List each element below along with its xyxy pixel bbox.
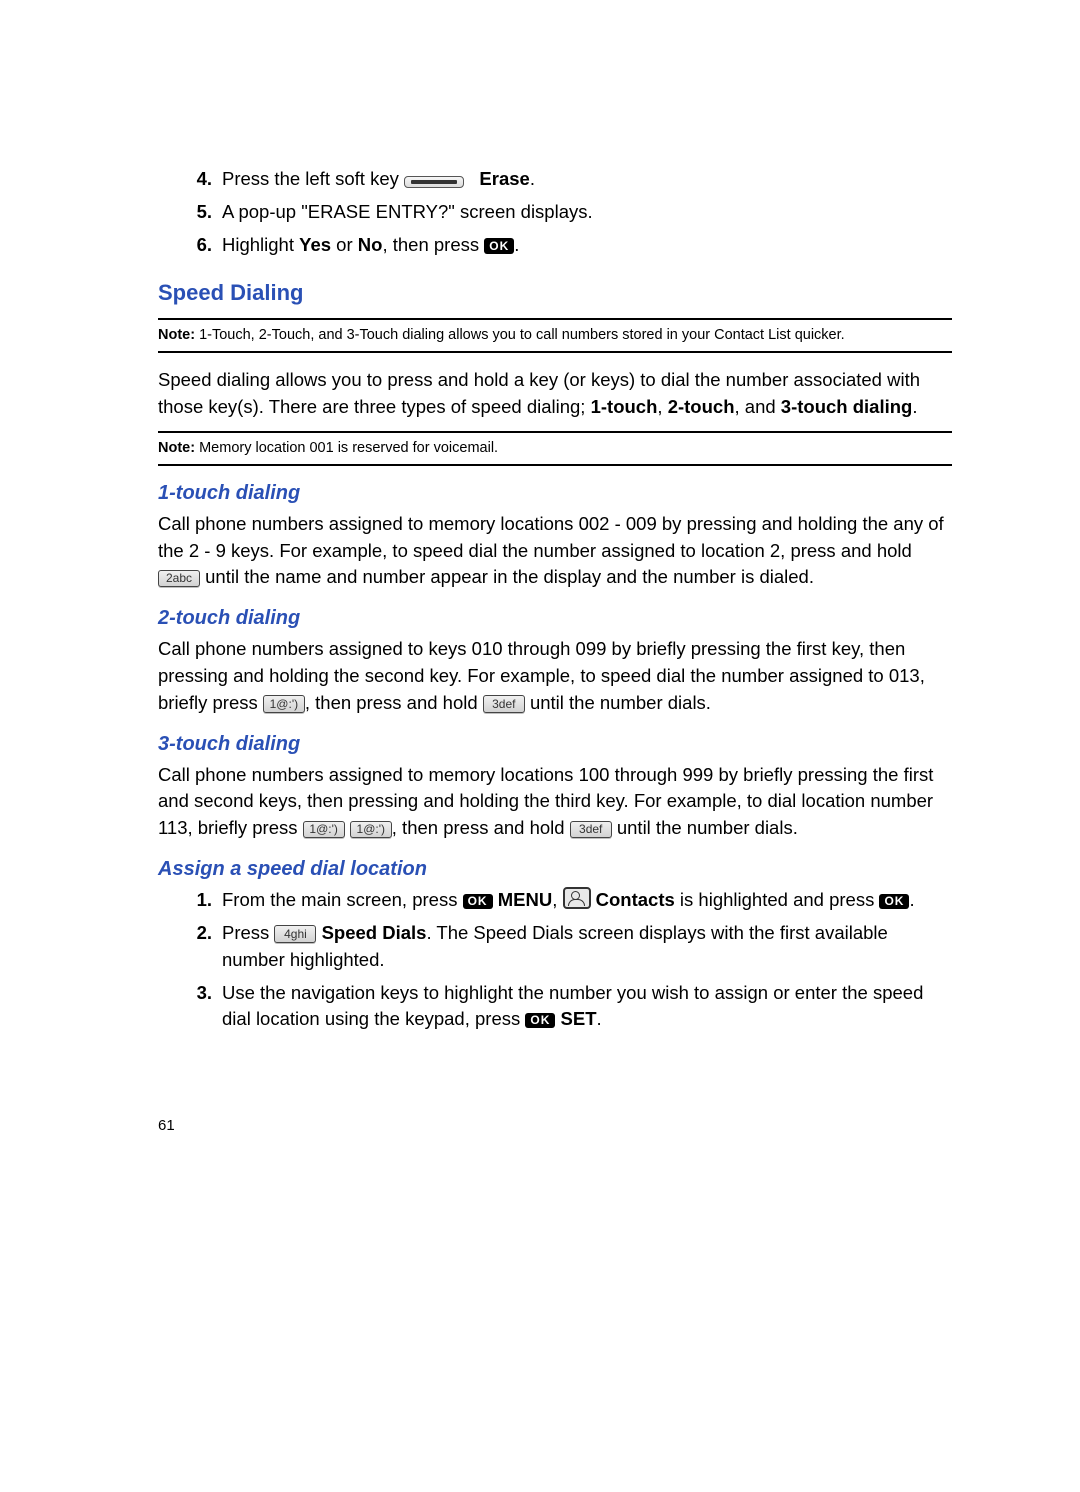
step-number: 4.	[188, 166, 212, 193]
ok-key-icon: OK	[525, 1013, 555, 1029]
step-number: 2.	[188, 920, 212, 974]
key-3def-icon: 3def	[483, 695, 525, 713]
list-item: 6. Highlight Yes or No, then press OK.	[188, 232, 952, 259]
ok-key-icon: OK	[484, 238, 514, 254]
key-1-icon: 1@:')	[263, 695, 305, 713]
key-1-icon: 1@:')	[350, 821, 392, 839]
key-3def-icon: 3def	[570, 821, 612, 839]
erase-steps-list: 4. Press the left soft key Erase. 5. A p…	[188, 166, 952, 258]
step-text: Press 4ghi Speed Dials. The Speed Dials …	[222, 920, 952, 974]
paragraph: Call phone numbers assigned to memory lo…	[158, 511, 952, 591]
step-text: From the main screen, press OK MENU, Con…	[222, 887, 952, 914]
step-number: 1.	[188, 887, 212, 914]
heading-3touch: 3-touch dialing	[158, 733, 952, 756]
list-item: 5. A pop-up "ERASE ENTRY?" screen displa…	[188, 199, 952, 226]
key-4ghi-icon: 4ghi	[274, 925, 316, 943]
list-item: 3. Use the navigation keys to highlight …	[188, 980, 952, 1034]
note-box: Note: Memory location 001 is reserved fo…	[158, 431, 952, 466]
step-number: 3.	[188, 980, 212, 1034]
key-2abc-icon: 2abc	[158, 570, 200, 588]
list-item: 2. Press 4ghi Speed Dials. The Speed Dia…	[188, 920, 952, 974]
ok-key-icon: OK	[879, 894, 909, 910]
list-item: 1. From the main screen, press OK MENU, …	[188, 887, 952, 914]
step-text: A pop-up "ERASE ENTRY?" screen displays.	[222, 199, 952, 226]
note-label: Note:	[158, 440, 195, 456]
step-text: Press the left soft key Erase.	[222, 166, 952, 193]
paragraph: Call phone numbers assigned to memory lo…	[158, 762, 952, 842]
note-label: Note:	[158, 327, 195, 343]
ok-key-icon: OK	[463, 894, 493, 910]
step-text: Highlight Yes or No, then press OK.	[222, 232, 952, 259]
step-number: 5.	[188, 199, 212, 226]
manual-page: 4. Press the left soft key Erase. 5. A p…	[0, 0, 1080, 1492]
heading-assign: Assign a speed dial location	[158, 858, 952, 881]
heading-2touch: 2-touch dialing	[158, 607, 952, 630]
contacts-icon	[563, 887, 591, 909]
step-number: 6.	[188, 232, 212, 259]
paragraph: Speed dialing allows you to press and ho…	[158, 367, 952, 421]
key-1-icon: 1@:')	[303, 821, 345, 839]
note-box: Note: 1-Touch, 2-Touch, and 3-Touch dial…	[158, 318, 952, 353]
heading-1touch: 1-touch dialing	[158, 482, 952, 505]
page-number: 61	[158, 1117, 175, 1134]
list-item: 4. Press the left soft key Erase.	[188, 166, 952, 193]
assign-steps-list: 1. From the main screen, press OK MENU, …	[188, 887, 952, 1033]
heading-speed-dialing: Speed Dialing	[158, 280, 952, 306]
paragraph: Call phone numbers assigned to keys 010 …	[158, 636, 952, 716]
step-text: Use the navigation keys to highlight the…	[222, 980, 952, 1034]
left-soft-key-icon	[404, 176, 464, 188]
note-text: 1-Touch, 2-Touch, and 3-Touch dialing al…	[195, 327, 845, 343]
note-text: Memory location 001 is reserved for voic…	[195, 440, 498, 456]
